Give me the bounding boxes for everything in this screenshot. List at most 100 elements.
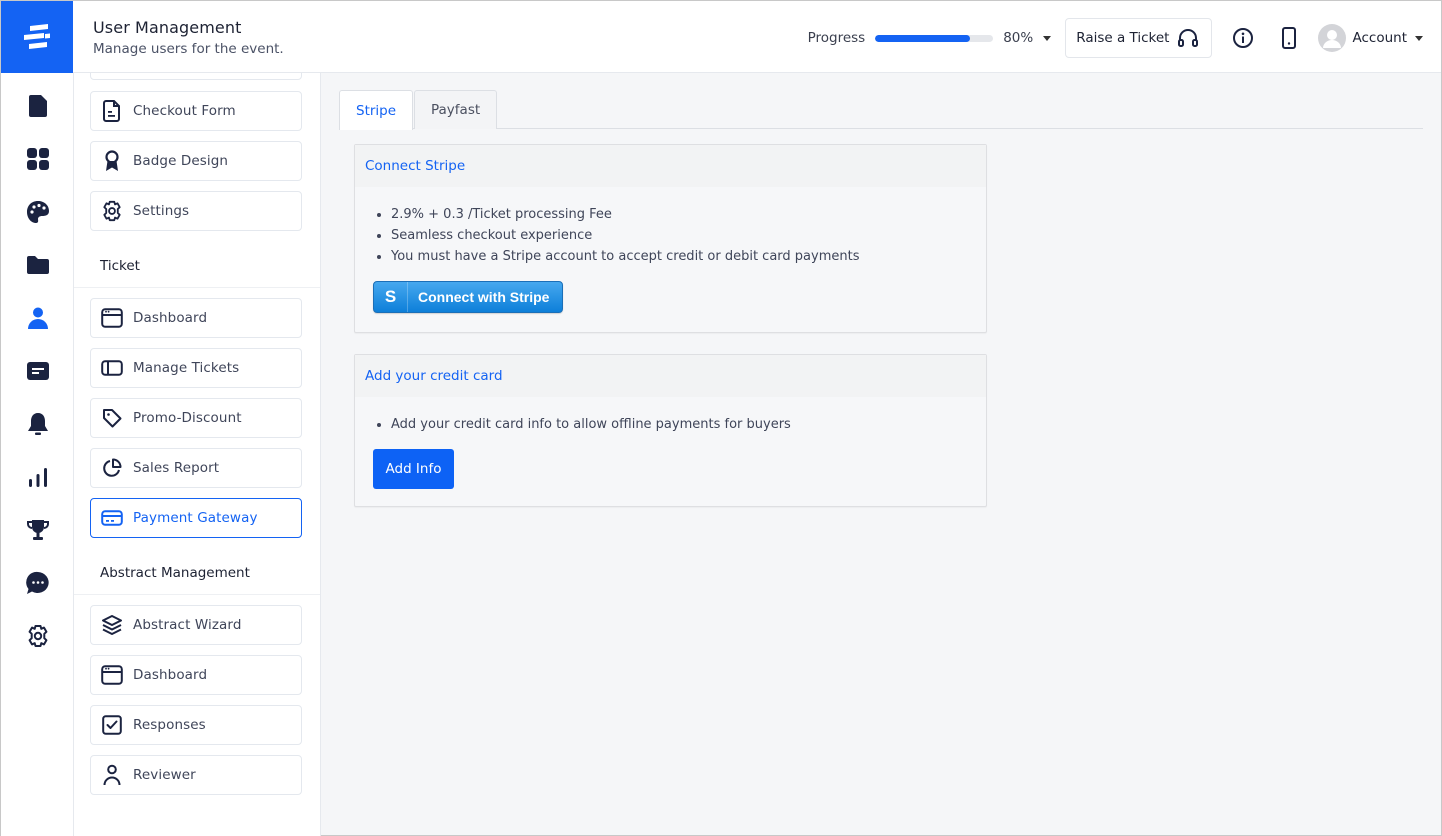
- gateway-tabs: Stripe Payfast: [339, 90, 1423, 130]
- list-item: You must have a Stripe account to accept…: [391, 246, 968, 267]
- secondary-sidebar: Checkout Form Badge Design Settings Tick…: [74, 73, 321, 836]
- window-icon: [101, 308, 123, 328]
- info-button[interactable]: [1226, 21, 1260, 55]
- sidebar-item-label: Promo-Discount: [133, 410, 242, 426]
- headset-icon: [1178, 29, 1199, 47]
- folder-icon: [27, 256, 49, 274]
- rail-item-design[interactable]: [25, 199, 51, 225]
- sidebar-item-label: Reviewer: [133, 767, 196, 783]
- mobile-phone-icon: [1282, 27, 1297, 49]
- connect-stripe-card: Connect Stripe 2.9% + 0.3 /Ticket proces…: [354, 144, 987, 333]
- list-item: Add your credit card info to allow offli…: [391, 414, 968, 435]
- rail-item-files[interactable]: [25, 252, 51, 278]
- sidebar-item-label: Settings: [133, 203, 190, 219]
- rail-item-users[interactable]: [25, 305, 51, 331]
- bar-chart-icon: [29, 468, 47, 487]
- rail-item-notifications[interactable]: [25, 411, 51, 437]
- sidebar-item-ticket-dashboard[interactable]: Dashboard: [90, 298, 302, 338]
- credit-card-card: Add your credit card Add your credit car…: [354, 354, 987, 507]
- tab-stripe[interactable]: Stripe: [339, 90, 414, 130]
- sidebar-item-checkout-form[interactable]: Checkout Form: [90, 91, 302, 131]
- bell-icon: [28, 413, 48, 435]
- sidebar-item-abstract-wizard[interactable]: Abstract Wizard: [90, 605, 302, 645]
- account-caret-icon: [1415, 35, 1423, 41]
- add-info-button[interactable]: Add Info: [373, 449, 454, 489]
- sidebar-item-clipped[interactable]: [90, 73, 302, 80]
- pie-chart-icon: [103, 458, 122, 477]
- sidebar-item-label: Checkout Form: [133, 103, 236, 119]
- rail-item-forms[interactable]: [25, 358, 51, 384]
- sidebar-item-label: Badge Design: [133, 153, 229, 169]
- progress-fill: [875, 34, 970, 42]
- app-logo[interactable]: [1, 1, 73, 73]
- form-icon: [27, 362, 49, 380]
- stripe-features-list: 2.9% + 0.3 /Ticket processing Fee Seamle…: [373, 204, 968, 267]
- raise-ticket-label: Raise a Ticket: [1076, 30, 1170, 46]
- avatar: [1318, 24, 1347, 52]
- sidebar-item-responses[interactable]: Responses: [90, 705, 302, 745]
- account-label: Account: [1352, 30, 1407, 46]
- sidebar-item-settings[interactable]: Settings: [90, 191, 302, 231]
- form-doc-icon: [103, 100, 120, 122]
- progress-bar: [875, 34, 994, 42]
- tab-payfast[interactable]: Payfast: [414, 90, 498, 129]
- rail-item-documents[interactable]: [25, 93, 51, 119]
- palette-icon: [27, 201, 49, 223]
- credit-card-info-list: Add your credit card info to allow offli…: [373, 414, 968, 435]
- info-icon: [1233, 28, 1254, 48]
- avatar-placeholder-icon: [1323, 30, 1342, 48]
- grid-icon: [27, 148, 49, 170]
- sidebar-item-sales-report[interactable]: Sales Report: [90, 448, 302, 488]
- rail-item-chat[interactable]: [25, 570, 51, 596]
- gear-icon: [103, 200, 121, 222]
- credit-card-icon: [101, 510, 123, 526]
- top-header: User Management Manage users for the eve…: [1, 1, 1441, 73]
- list-item: 2.9% + 0.3 /Ticket processing Fee: [391, 204, 968, 225]
- mobile-preview-button[interactable]: [1272, 21, 1306, 55]
- add-info-label: Add Info: [385, 461, 442, 477]
- section-title-ticket: Ticket: [74, 258, 320, 288]
- rail-item-settings[interactable]: [25, 623, 51, 649]
- tag-icon: [103, 409, 122, 428]
- document-icon: [29, 95, 47, 117]
- panel-icon: [101, 360, 123, 376]
- sidebar-item-label: Dashboard: [133, 310, 208, 326]
- page-subtitle: Manage users for the event.: [93, 41, 284, 57]
- badge-icon: [105, 150, 119, 171]
- user-icon: [28, 307, 48, 329]
- connect-with-stripe-button[interactable]: S Connect with Stripe: [373, 281, 563, 313]
- sidebar-item-promo-discount[interactable]: Promo-Discount: [90, 398, 302, 438]
- sidebar-item-label: Sales Report: [133, 460, 220, 476]
- rail-item-awards[interactable]: [25, 517, 51, 543]
- raise-ticket-button[interactable]: Raise a Ticket: [1065, 18, 1213, 58]
- gear-icon: [28, 625, 48, 647]
- trophy-icon: [27, 520, 49, 540]
- stripe-logo-icon: S: [374, 282, 408, 312]
- tab-label: Payfast: [431, 102, 481, 118]
- progress-label: Progress: [807, 30, 866, 46]
- sidebar-item-label: Dashboard: [133, 667, 208, 683]
- card-title: Connect Stripe: [355, 145, 986, 187]
- card-title: Add your credit card: [355, 355, 986, 397]
- progress-dropdown-caret-icon[interactable]: [1043, 35, 1052, 41]
- sidebar-item-label: Payment Gateway: [133, 510, 258, 526]
- rail-item-dashboard[interactable]: [25, 146, 51, 172]
- sidebar-item-label: Abstract Wizard: [133, 617, 242, 633]
- progress-value: 80%: [1003, 30, 1034, 46]
- sidebar-item-reviewer[interactable]: Reviewer: [90, 755, 302, 795]
- account-menu[interactable]: Account: [1318, 24, 1423, 52]
- sidebar-item-manage-tickets[interactable]: Manage Tickets: [90, 348, 302, 388]
- window-icon: [101, 665, 123, 685]
- rail-item-analytics[interactable]: [25, 464, 51, 490]
- sidebar-item-payment-gateway[interactable]: Payment Gateway: [90, 498, 302, 538]
- icon-rail: [1, 73, 74, 836]
- checkbox-icon: [102, 715, 122, 735]
- sidebar-item-abstract-dashboard[interactable]: Dashboard: [90, 655, 302, 695]
- sidebar-item-label: Manage Tickets: [133, 360, 240, 376]
- section-title-abstract-management: Abstract Management: [74, 565, 320, 595]
- page-title: User Management: [93, 18, 242, 37]
- logo-icon: [24, 24, 50, 49]
- connect-with-stripe-label: Connect with Stripe: [418, 289, 550, 305]
- sidebar-item-badge-design[interactable]: Badge Design: [90, 141, 302, 181]
- chat-icon: [26, 571, 49, 594]
